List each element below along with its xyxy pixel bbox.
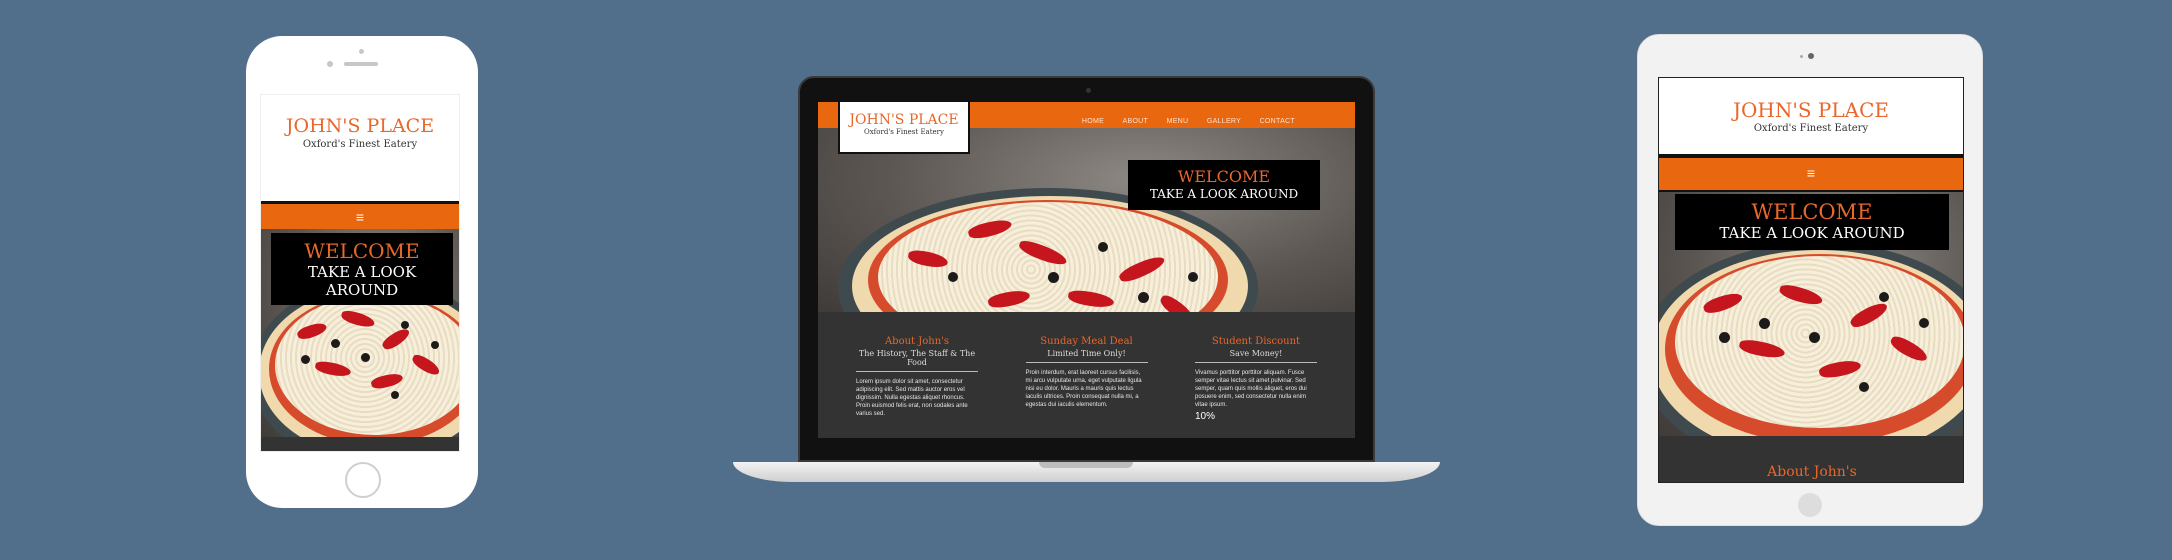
column-body: Proin interdum, erat laoreet cursus faci… <box>1025 370 1142 408</box>
hero-tagline[interactable]: TAKE A LOOK AROUND <box>1675 224 1949 242</box>
nav-gallery[interactable]: GALLERY <box>1207 118 1241 125</box>
column-subtitle: The History, The Staff & The Food <box>858 349 976 367</box>
laptop-device: HOME ABOUT MENU GALLERY CONTACT JOHN'S P… <box>798 76 1375 462</box>
tablet-content-section: About John's <box>1659 436 1963 482</box>
column-body: Lorem ipsum dolor sit amet, consectetur … <box>856 379 968 417</box>
feature-column-meal-deal: Sunday Meal Deal Limited Time Only! Proi… <box>1025 336 1148 438</box>
column-title[interactable]: About John's <box>856 336 978 347</box>
hero-welcome: WELCOME <box>1177 167 1271 186</box>
feature-column-about: About John's The History, The Staff & Th… <box>856 336 978 438</box>
hero-welcome-box: WELCOME TAKE A LOOK AROUND <box>1675 194 1949 250</box>
column-divider <box>1025 362 1148 363</box>
column-body: Vivamus porttitor porttitor aliquam. Fus… <box>1195 370 1307 408</box>
column-title[interactable]: Sunday Meal Deal <box>1026 336 1148 347</box>
hero-tagline[interactable]: TAKE A LOOK AROUND <box>1128 187 1320 201</box>
tablet-home-button[interactable] <box>1798 493 1822 517</box>
column-title[interactable]: Student Discount <box>1195 336 1317 347</box>
brand-title: JOHN'S PLACE <box>849 112 959 128</box>
tablet-device: JOHN'S PLACE Oxford's Finest Eatery ≡ WE <box>1637 34 1983 526</box>
tablet-screen: JOHN'S PLACE Oxford's Finest Eatery ≡ WE <box>1658 77 1964 483</box>
column-subtitle: Save Money! <box>1229 349 1283 358</box>
laptop-screen: HOME ABOUT MENU GALLERY CONTACT JOHN'S P… <box>818 102 1355 438</box>
phone-camera <box>327 61 333 67</box>
tablet-camera <box>1808 53 1814 59</box>
phone-screen: JOHN'S PLACE Oxford's Finest Eatery ≡ WE <box>260 94 460 452</box>
column-divider <box>1195 362 1317 363</box>
phone-header: JOHN'S PLACE Oxford's Finest Eatery <box>261 95 459 201</box>
brand-title[interactable]: JOHN'S PLACE <box>1659 98 1963 122</box>
phone-content-strip <box>261 437 459 451</box>
phone-home-button[interactable] <box>345 462 381 498</box>
laptop-camera <box>1086 88 1091 93</box>
tablet-sensor <box>1800 55 1803 58</box>
hero-tagline[interactable]: TAKE A LOOK AROUND <box>271 263 453 299</box>
column-subtitle: Limited Time Only! <box>1047 349 1126 358</box>
hero-welcome-box: WELCOME TAKE A LOOK AROUND <box>271 233 453 305</box>
menu-toggle-icon[interactable]: ≡ <box>261 210 459 224</box>
hero-welcome: WELCOME <box>304 239 420 263</box>
nav-about[interactable]: ABOUT <box>1123 118 1149 125</box>
phone-speaker <box>344 62 378 66</box>
logo-box[interactable]: JOHN'S PLACE Oxford's Finest Eatery <box>838 102 970 154</box>
phone-device: JOHN'S PLACE Oxford's Finest Eatery ≡ WE <box>246 36 478 508</box>
laptop-base <box>733 462 1440 482</box>
nav-contact[interactable]: CONTACT <box>1260 118 1295 125</box>
nav-home[interactable]: HOME <box>1082 118 1104 125</box>
hero-welcome-box: WELCOME TAKE A LOOK AROUND <box>1128 160 1320 210</box>
menu-toggle-icon[interactable]: ≡ <box>1659 166 1963 180</box>
brand-tagline: Oxford's Finest Eatery <box>302 139 418 150</box>
brand-tagline: Oxford's Finest Eatery <box>1753 123 1869 134</box>
feature-columns: About John's The History, The Staff & Th… <box>818 312 1355 438</box>
discount-amount: 10% <box>1195 411 1216 422</box>
nav-menu[interactable]: MENU <box>1167 118 1189 125</box>
tablet-nav-bar: ≡ <box>1659 154 1963 192</box>
phone-sensor <box>359 49 364 54</box>
column-divider <box>856 371 978 372</box>
tablet-header: JOHN'S PLACE Oxford's Finest Eatery <box>1659 78 1963 154</box>
brand-tagline: Oxford's Finest Eatery <box>864 128 944 136</box>
laptop-notch <box>1039 462 1133 468</box>
brand-title[interactable]: JOHN'S PLACE <box>261 115 459 137</box>
section-title[interactable]: About John's <box>1659 464 1963 480</box>
feature-column-student: Student Discount Save Money! Vivamus por… <box>1195 336 1317 438</box>
hero-welcome: WELCOME <box>1751 200 1873 224</box>
phone-nav-bar: ≡ <box>261 201 459 229</box>
